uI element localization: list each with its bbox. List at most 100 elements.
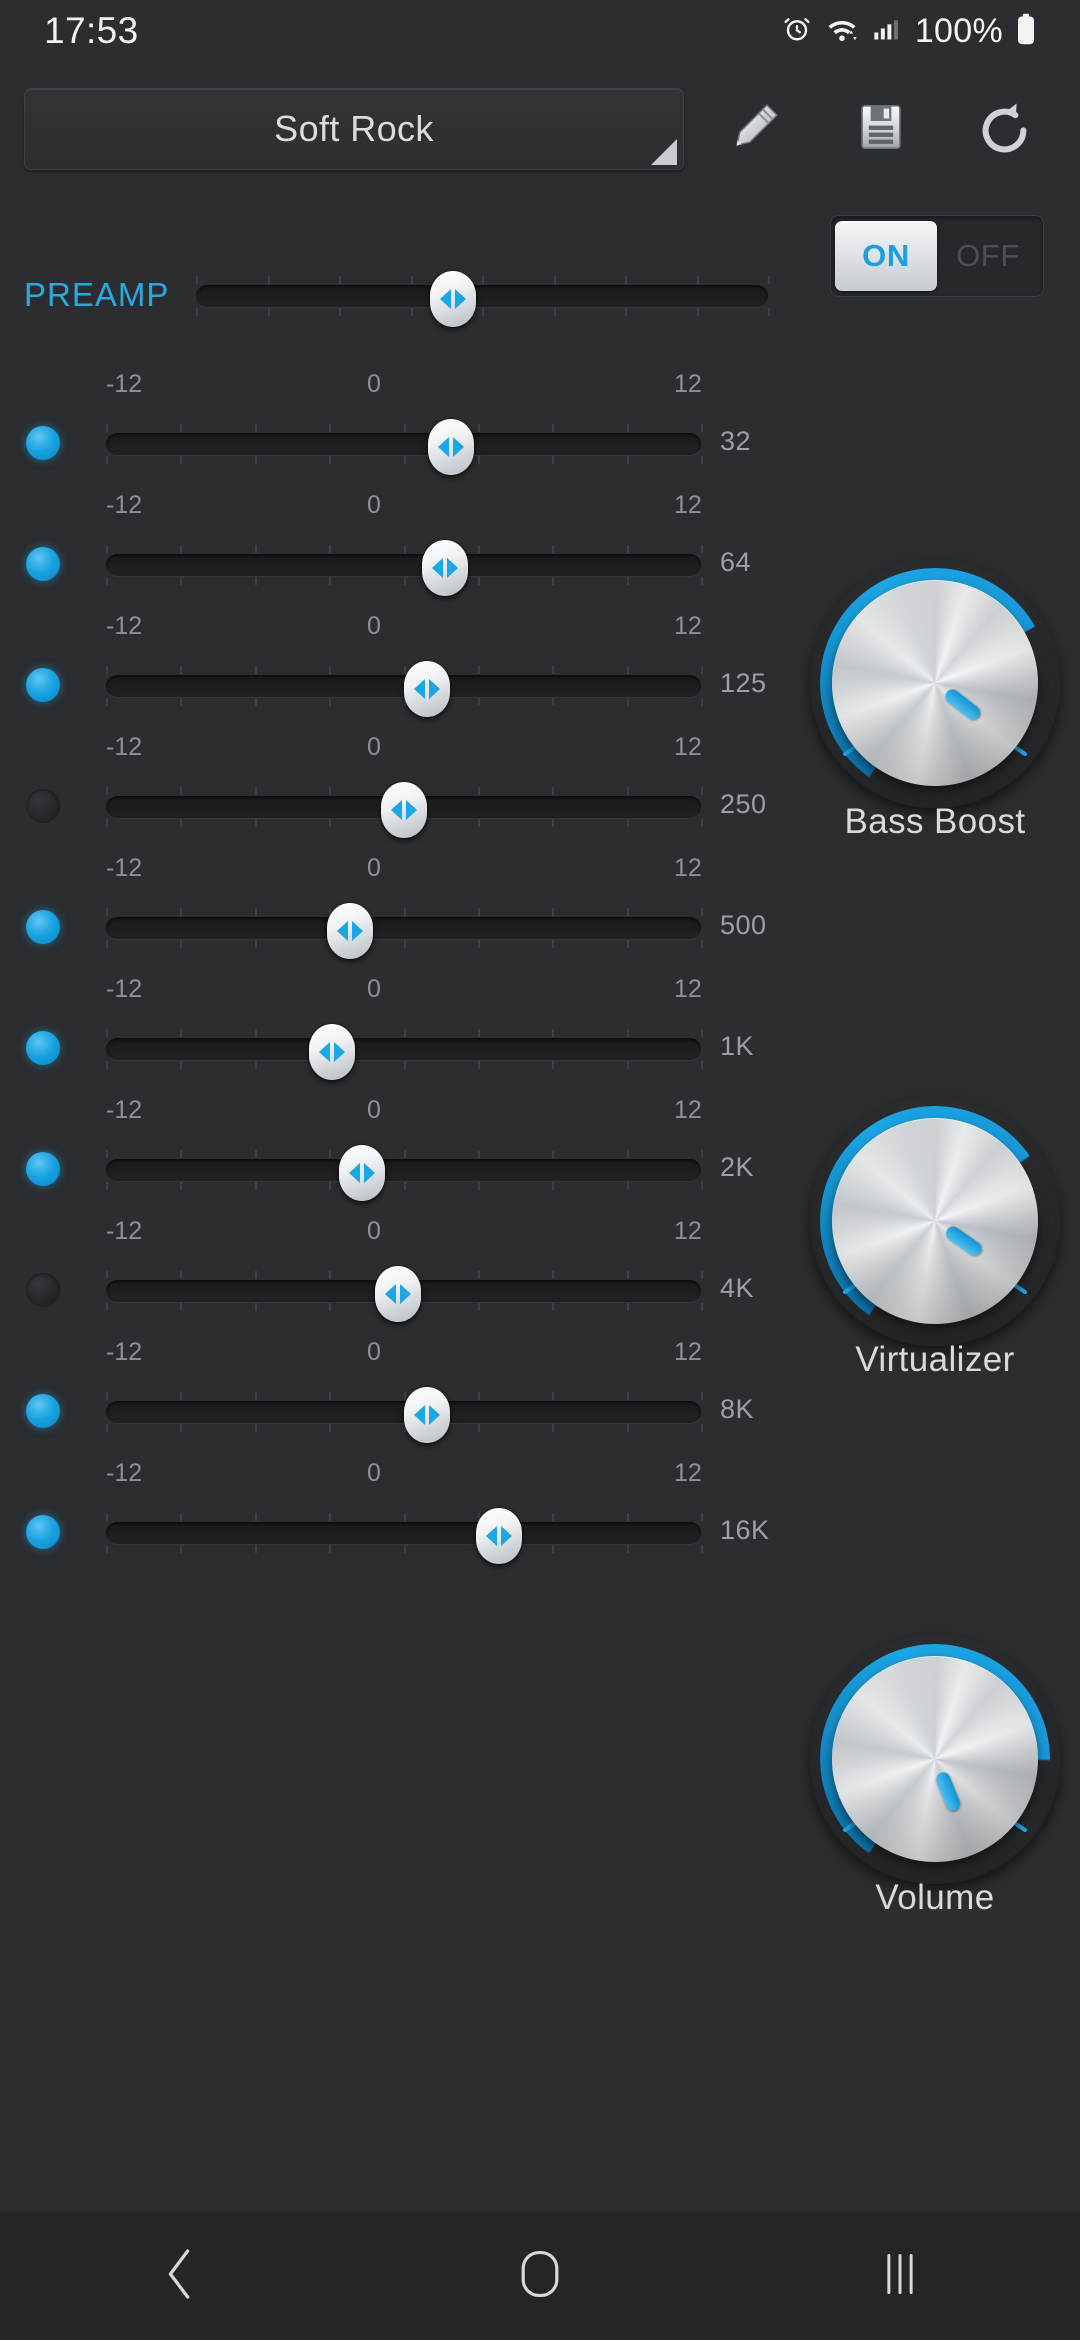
scale-max-label: 12 [674,612,702,640]
edit-button[interactable] [712,86,798,172]
slider-track[interactable] [106,433,701,455]
scale-mid-label: 0 [367,491,381,519]
band-row: -12 0 12 16K [0,1459,790,1580]
scale-max-label: 12 [674,733,702,761]
scale-mid-label: 0 [367,612,381,640]
band-slider[interactable] [106,782,703,838]
band-led-indicator[interactable] [26,910,60,944]
slider-thumb[interactable] [404,661,451,717]
band-frequency-label: 2K [720,1152,755,1182]
band-slider[interactable] [106,903,703,959]
slider-track[interactable] [106,1159,701,1181]
scale-mid-label: 0 [367,733,381,761]
left-right-arrows-icon [319,1039,346,1065]
band-led-indicator[interactable] [26,668,60,702]
knob-control[interactable]: Bass Boost [790,558,1080,841]
slider-thumb[interactable] [404,1387,451,1443]
equalizer-bands: -12 0 12 32 -12 0 12 64 -12 0 12 125 -12 0 12 250 -12 0 12… [0,370,790,1580]
band-scale: -12 0 12 [84,1217,704,1251]
scale-mid-label: 0 [367,1459,381,1487]
band-slider[interactable] [106,1508,703,1564]
left-right-arrows-icon [384,1281,411,1307]
band-slider[interactable] [106,419,703,475]
band-frequency-label: 32 [720,426,752,456]
knob-dial[interactable] [810,1096,1060,1346]
scale-max-label: 12 [674,1459,702,1487]
band-led-indicator[interactable] [26,1273,60,1307]
scale-min-label: -12 [106,854,143,882]
band-frequency-label: 8K [720,1394,755,1424]
scale-min-label: -12 [106,370,143,398]
scale-min-label: -12 [106,1338,143,1366]
band-slider[interactable] [106,661,703,717]
band-frequency-label: 4K [720,1273,755,1303]
left-right-arrows-icon [414,1402,441,1428]
slider-track[interactable] [106,1522,701,1544]
slider-thumb[interactable] [475,1508,522,1564]
knob-control[interactable]: Virtualizer [790,1096,1080,1379]
band-slider[interactable] [106,1387,703,1443]
knob-dial[interactable] [810,558,1060,808]
band-row: -12 0 12 1K [0,975,790,1096]
preset-name-label: Soft Rock [274,108,434,149]
band-row: -12 0 12 32 [0,370,790,491]
nav-recents-button[interactable] [720,2212,1080,2340]
scale-max-label: 12 [674,854,702,882]
band-led-indicator[interactable] [26,1031,60,1065]
slider-track[interactable] [196,285,768,307]
back-icon [157,2245,203,2308]
slider-thumb[interactable] [422,540,469,596]
band-scale: -12 0 12 [84,1459,704,1493]
band-scale: -12 0 12 [84,854,704,888]
scale-max-label: 12 [674,1217,702,1245]
preamp-label: PREAMP [24,276,170,313]
band-scale: -12 0 12 [84,733,704,767]
scale-mid-label: 0 [367,1217,381,1245]
scale-min-label: -12 [106,491,143,519]
band-led-indicator[interactable] [26,1515,60,1549]
scale-max-label: 12 [674,370,702,398]
slider-thumb[interactable] [430,271,477,327]
slider-track[interactable] [106,1038,701,1060]
knob-label: Bass Boost [844,802,1026,841]
band-scale: -12 0 12 [84,1096,704,1130]
band-led-indicator[interactable] [26,1152,60,1186]
slider-thumb[interactable] [338,1145,385,1201]
slider-track[interactable] [106,554,701,576]
left-right-arrows-icon [348,1160,375,1186]
band-row: -12 0 12 2K [0,1096,790,1217]
scale-max-label: 12 [674,1338,702,1366]
band-led-indicator[interactable] [26,1394,60,1428]
preamp-slider[interactable] [196,271,770,327]
knob-dial[interactable] [810,1634,1060,1884]
scale-min-label: -12 [106,975,143,1003]
preset-dropdown[interactable]: Soft Rock [24,88,684,170]
band-row: -12 0 12 250 [0,733,790,854]
band-slider[interactable] [106,1266,703,1322]
band-slider[interactable] [106,1024,703,1080]
band-led-indicator[interactable] [26,426,60,460]
nav-back-button[interactable] [0,2212,360,2340]
nav-home-button[interactable] [360,2212,720,2340]
band-scale: -12 0 12 [84,370,704,404]
home-icon [515,2246,565,2307]
knob-control[interactable]: Volume [790,1634,1080,1917]
slider-track[interactable] [106,917,701,939]
band-scale: -12 0 12 [84,612,704,646]
band-scale: -12 0 12 [84,1338,704,1372]
slider-thumb[interactable] [309,1024,356,1080]
slider-thumb[interactable] [380,782,427,838]
band-led-indicator[interactable] [26,789,60,823]
band-slider[interactable] [106,1145,703,1201]
band-frequency-label: 64 [720,547,752,577]
scale-mid-label: 0 [367,1096,381,1124]
slider-thumb[interactable] [326,903,373,959]
left-right-arrows-icon [390,797,417,823]
slider-thumb[interactable] [428,419,475,475]
scale-min-label: -12 [106,733,143,761]
knob-label: Volume [875,1878,995,1917]
band-led-indicator[interactable] [26,547,60,581]
band-frequency-label: 500 [720,910,767,940]
slider-thumb[interactable] [374,1266,421,1322]
band-slider[interactable] [106,540,703,596]
